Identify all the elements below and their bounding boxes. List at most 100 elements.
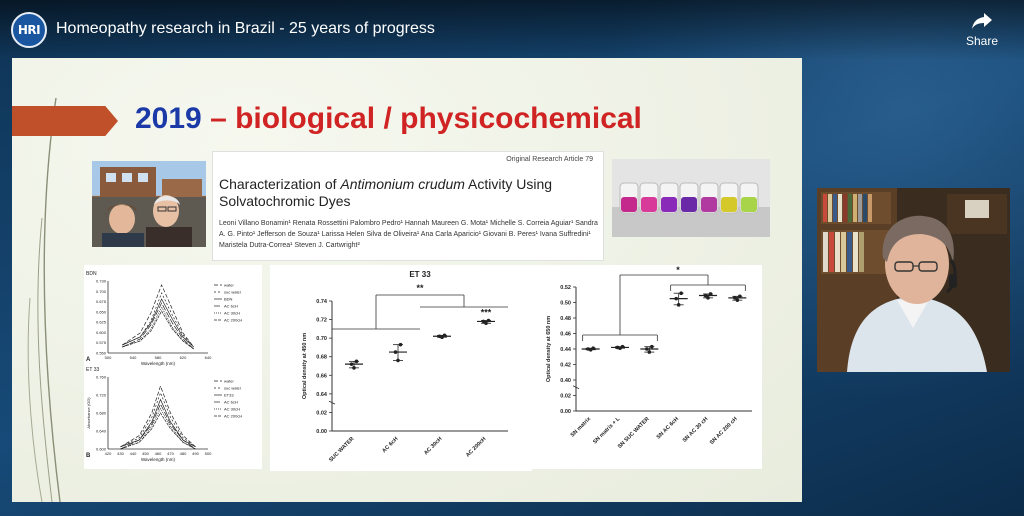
legend-label: ET33 bbox=[224, 393, 234, 398]
y-tick-label: 0.44 bbox=[560, 347, 572, 353]
y-tick-label: 0.42 bbox=[560, 363, 571, 369]
significance-marker: *** bbox=[481, 307, 492, 317]
y-tick-label: 0.46 bbox=[560, 332, 571, 338]
paper-title: Characterization of Antimonium crudum Ac… bbox=[219, 176, 599, 210]
legend-label: BDN bbox=[224, 297, 233, 302]
category-label: AC 30cH bbox=[423, 436, 443, 456]
data-point bbox=[442, 333, 447, 338]
category-label: SN AC 30 cH bbox=[682, 416, 710, 444]
x-axis-label: Wavelength (nm) bbox=[141, 457, 176, 462]
category-label: SN AC 200 cH bbox=[709, 416, 739, 446]
data-point bbox=[738, 294, 742, 299]
spectra-heading: ET 33 bbox=[86, 367, 99, 373]
sn-panel: 0.52 0.50 0.48 0.46 0.44 0.42 0.40 0.02 0.00 Opti… bbox=[532, 265, 762, 469]
spectrum-line bbox=[122, 306, 194, 350]
share-icon bbox=[972, 13, 992, 29]
x-tick-label: 470 bbox=[167, 451, 174, 456]
data-point bbox=[647, 350, 652, 354]
spectrum-line bbox=[120, 391, 196, 448]
y-axis-label: Optical density at 650 nm bbox=[546, 316, 552, 382]
legend-label: AC 200cH bbox=[224, 318, 242, 323]
paper-title-part-1: Characterization of bbox=[219, 176, 341, 192]
x-tick-label: 540 bbox=[130, 355, 137, 360]
data-point bbox=[591, 346, 595, 351]
data-point bbox=[393, 350, 398, 354]
category-label: SN matrix + L bbox=[592, 416, 622, 446]
share-button[interactable]: Share bbox=[960, 12, 1004, 48]
significance-marker: * bbox=[676, 265, 680, 275]
x-tick-label: 460 bbox=[155, 451, 162, 456]
y-tick-label: 0.52 bbox=[560, 285, 571, 291]
spectrum-line bbox=[122, 310, 194, 350]
presentation-slide: 2019 – biological / physicochemical Orig… bbox=[12, 58, 802, 502]
y-tick-label: 0.720 bbox=[96, 393, 107, 398]
spectrum-line bbox=[122, 302, 194, 350]
legend-label: AC 30cH bbox=[224, 407, 240, 412]
spectrum-line bbox=[120, 384, 196, 448]
y-tick-label: 0.64 bbox=[316, 392, 328, 398]
y-tick-label: 0.74 bbox=[316, 299, 328, 305]
legend-label: water bbox=[224, 379, 234, 384]
paper-abstract-card: Original Research Article 79 Characteriz… bbox=[212, 151, 604, 261]
data-point bbox=[674, 296, 678, 301]
data-point bbox=[708, 292, 713, 296]
data-point bbox=[679, 291, 683, 295]
legend-label: AC 30cH bbox=[224, 311, 240, 316]
y-tick-label: 0.72 bbox=[316, 318, 327, 324]
data-point bbox=[349, 362, 354, 366]
spectra-subpanel-B: ET 330.7600.7200.6800.6400.600420 430 440 4… bbox=[86, 367, 242, 462]
paper-article-type: Original Research Article 79 bbox=[506, 156, 593, 163]
channel-logo[interactable]: HRI bbox=[11, 12, 47, 48]
category-label: SN matrix bbox=[570, 416, 593, 439]
category-label: AC 200cH bbox=[465, 436, 487, 458]
spectrum-line bbox=[122, 292, 194, 348]
x-tick-label: 430 bbox=[117, 451, 124, 456]
heading-year: 2019 bbox=[135, 102, 202, 135]
data-point bbox=[486, 318, 491, 323]
y-tick-label: 0.68 bbox=[316, 355, 327, 361]
y-tick-label: 0.760 bbox=[96, 375, 107, 380]
legend-label: suc water bbox=[224, 290, 242, 295]
y-tick-label: 0.675 bbox=[96, 299, 107, 304]
category-label: SN AC 6cH bbox=[656, 416, 680, 440]
researchers-photo bbox=[92, 161, 206, 247]
video-title[interactable]: Homeopathy research in Brazil - 25 years… bbox=[56, 20, 435, 38]
vials-photo bbox=[612, 159, 770, 237]
panel-letter: A bbox=[86, 357, 91, 363]
x-tick-label: 580 bbox=[155, 355, 162, 360]
y-tick-label: 0.02 bbox=[560, 394, 571, 400]
y-tick-label: 0.700 bbox=[96, 289, 107, 294]
x-axis-label: Wavelength (nm) bbox=[141, 361, 176, 366]
y-tick-label: 0.48 bbox=[560, 316, 571, 322]
legend-label: water bbox=[224, 283, 234, 288]
data-point bbox=[676, 303, 681, 307]
spectra-panel: BDN 0.730 0.700 0.675 0.650 0.625 0.600 0.575 0.… bbox=[84, 265, 262, 469]
y-tick-label: 0.575 bbox=[96, 340, 107, 345]
spectrum-line bbox=[122, 298, 194, 348]
data-point bbox=[396, 358, 400, 363]
x-tick-label: 420 bbox=[105, 451, 112, 456]
data-point bbox=[650, 344, 654, 349]
data-point bbox=[398, 342, 403, 347]
y-tick-label: 0.66 bbox=[316, 373, 327, 379]
legend-label: suc water bbox=[224, 386, 242, 391]
x-tick-label: 440 bbox=[130, 451, 137, 456]
video-header: HRI Homeopathy research in Brazil - 25 y… bbox=[0, 0, 1024, 60]
y-tick-label: 0.680 bbox=[96, 411, 107, 416]
spectrum-line bbox=[120, 403, 196, 450]
sn-chart: 0.52 0.50 0.48 0.46 0.44 0.42 0.40 0.02 0.00 Opti… bbox=[546, 265, 752, 450]
legend-label: AC 6cH bbox=[224, 400, 238, 405]
slide-heading: 2019 – biological / physicochemical bbox=[135, 102, 642, 136]
speaker-webcam bbox=[817, 188, 1010, 372]
data-point bbox=[645, 347, 649, 351]
y-tick-label: 0.640 bbox=[96, 429, 107, 434]
et33-chart: 0.74 0.72 0.70 0.68 0.66 0.64 0.02 0.00 Optical … bbox=[302, 270, 508, 463]
significance-marker: ** bbox=[416, 283, 424, 293]
y-tick-label: 0.02 bbox=[316, 410, 327, 416]
legend-label: AC 200cH bbox=[224, 414, 242, 419]
paper-title-italic: Antimonium crudum bbox=[340, 176, 465, 192]
paper-authors: Leoni Villano Bonamin¹ Renata Rossettini… bbox=[219, 220, 598, 249]
x-tick-label: 490 bbox=[192, 451, 199, 456]
y-axis-label: Absorbance (OD) bbox=[86, 397, 91, 429]
y-tick-label: 0.00 bbox=[316, 429, 327, 435]
